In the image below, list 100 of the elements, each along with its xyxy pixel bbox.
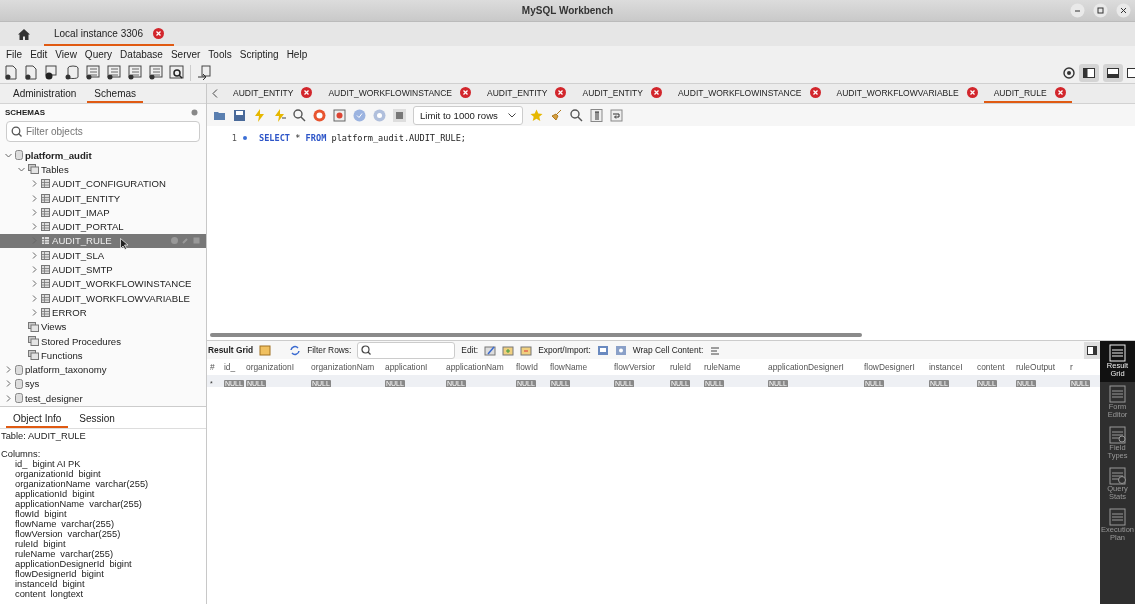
menu-item[interactable]: Scripting [235, 48, 283, 60]
tree-item[interactable]: platform_audit [0, 148, 206, 163]
menu-item[interactable]: Edit [26, 48, 52, 60]
document-icon[interactable] [24, 65, 38, 80]
search-icon[interactable] [169, 65, 184, 80]
panel-right-icon[interactable] [1127, 67, 1135, 78]
check-icon[interactable] [353, 108, 366, 122]
search-icon[interactable] [293, 108, 306, 122]
minimize-icon[interactable] [1070, 3, 1085, 18]
close-icon[interactable] [1054, 87, 1066, 98]
section-header: SCHEMAS [5, 108, 45, 117]
tree-item[interactable]: AUDIT_CONFIGURATION [0, 176, 206, 191]
menu-item[interactable]: Database [116, 48, 167, 60]
import-icon[interactable] [614, 344, 627, 356]
panel-tab[interactable]: Schemas [87, 84, 144, 103]
document-icon[interactable] [4, 65, 18, 80]
refresh-icon[interactable] [289, 344, 302, 356]
column-header[interactable]: id_ [224, 362, 242, 372]
column-header[interactable]: flowId [516, 362, 546, 372]
add-row-icon[interactable] [502, 344, 515, 356]
tree-item[interactable]: AUDIT_WORKFLOWVARIABLE [0, 290, 206, 306]
tree-item[interactable]: AUDIT_SLA [0, 248, 206, 263]
tree-item[interactable]: Functions [0, 348, 206, 363]
column-info: ruleName varchar(255) [14, 549, 115, 559]
sidebar-toggle[interactable] [1079, 63, 1099, 82]
export-icon[interactable] [596, 344, 609, 356]
column-header[interactable]: ruleId [670, 362, 700, 372]
star-icon[interactable] [529, 108, 543, 122]
column-header[interactable]: applicationI [385, 362, 442, 372]
close-icon[interactable] [301, 87, 313, 98]
search-icon [361, 345, 372, 355]
edit-icon[interactable] [484, 344, 497, 356]
panel-tab[interactable]: Session [72, 407, 122, 428]
close-icon[interactable] [152, 27, 164, 39]
maximize-icon[interactable] [1093, 3, 1108, 18]
column-header[interactable]: applicationNam [446, 362, 512, 372]
search-icon[interactable] [569, 108, 583, 122]
lightning-icon[interactable] [253, 108, 266, 122]
tree-item[interactable]: sys [0, 376, 206, 392]
paragraph-icon[interactable] [589, 108, 603, 122]
wrap-icon[interactable] [609, 108, 623, 122]
editor-tab[interactable]: AUDIT_WORKFLOWINSTANCE [318, 84, 478, 103]
tree-item[interactable]: test_designer [0, 391, 206, 406]
save-icon[interactable] [233, 108, 246, 122]
editor-tab[interactable]: AUDIT_ENTITY [572, 84, 668, 103]
output-toggle[interactable] [1103, 63, 1123, 82]
column-header[interactable]: flowName [550, 362, 610, 372]
column-header[interactable]: applicationDesignerI [768, 362, 860, 372]
tree-item[interactable]: platform_taxonomy [0, 362, 206, 377]
menu-item[interactable]: File [2, 48, 27, 60]
column-header[interactable]: organizationI [246, 362, 307, 372]
chevron-left-icon[interactable] [212, 89, 218, 98]
menu-item[interactable]: Help [282, 48, 312, 60]
column-header[interactable]: ruleName [704, 362, 764, 372]
menu-item[interactable]: View [51, 48, 81, 60]
limit-dropdown[interactable]: Limit to 1000 rows [413, 105, 523, 125]
editor-tab[interactable]: AUDIT_ENTITY [477, 84, 573, 103]
tree-item[interactable]: AUDIT_SMTP [0, 262, 206, 277]
close-icon[interactable] [1116, 3, 1131, 18]
close-icon[interactable] [809, 87, 821, 98]
close-icon[interactable] [966, 87, 978, 98]
tree-item[interactable]: Views [0, 319, 206, 334]
wrap-label: Wrap Cell Content: [632, 345, 704, 355]
menu-item[interactable]: Server [166, 48, 205, 60]
menu-item[interactable]: Tools [204, 48, 236, 60]
close-icon[interactable] [650, 87, 662, 98]
editor-tab[interactable]: AUDIT_WORKFLOWINSTANCE [667, 84, 827, 103]
stop-icon[interactable] [313, 108, 326, 122]
tree-item[interactable]: AUDIT_IMAP [0, 205, 206, 220]
tree-item[interactable]: Stored Procedures [0, 333, 206, 349]
wrap-icon[interactable] [709, 344, 722, 356]
column-header[interactable]: organizationNam [311, 362, 381, 372]
tree-item[interactable]: Tables [0, 162, 206, 177]
editor-tab[interactable]: AUDIT_ENTITY [223, 84, 319, 103]
column-header[interactable]: content [977, 362, 1012, 372]
column-header[interactable]: flowDesignerI [864, 362, 925, 372]
lightning-icon[interactable] [273, 108, 286, 122]
tree-item[interactable]: AUDIT_PORTAL [0, 219, 206, 234]
column-header[interactable]: instanceI [929, 362, 973, 372]
broom-icon[interactable] [549, 108, 563, 122]
panel-tab[interactable]: Administration [6, 84, 84, 103]
home-icon[interactable] [18, 28, 30, 40]
reconnect-icon[interactable] [197, 65, 212, 80]
panel-toggle[interactable] [1084, 341, 1100, 359]
column-header[interactable]: r [1070, 362, 1078, 372]
close-icon[interactable] [555, 87, 567, 98]
column-header[interactable]: flowVersior [614, 362, 666, 372]
tree-item[interactable]: ERROR [0, 305, 206, 320]
column-header[interactable]: ruleOutput [1016, 362, 1066, 372]
editor-tab[interactable]: AUDIT_WORKFLOWVARIABLE [826, 84, 984, 103]
close-icon[interactable] [460, 87, 472, 98]
tree-item[interactable]: AUDIT_WORKFLOWINSTANCE [0, 276, 206, 291]
search-field[interactable]: Filter objects [6, 121, 200, 142]
panel-tab[interactable]: Object Info [6, 407, 69, 428]
scrollbar[interactable] [210, 333, 862, 337]
column-header[interactable]: # [210, 362, 220, 372]
tree-item[interactable]: AUDIT_ENTITY [0, 190, 206, 206]
filter-field[interactable] [357, 341, 456, 359]
delete-row-icon[interactable] [520, 344, 533, 356]
menu-item[interactable]: Query [80, 48, 117, 60]
